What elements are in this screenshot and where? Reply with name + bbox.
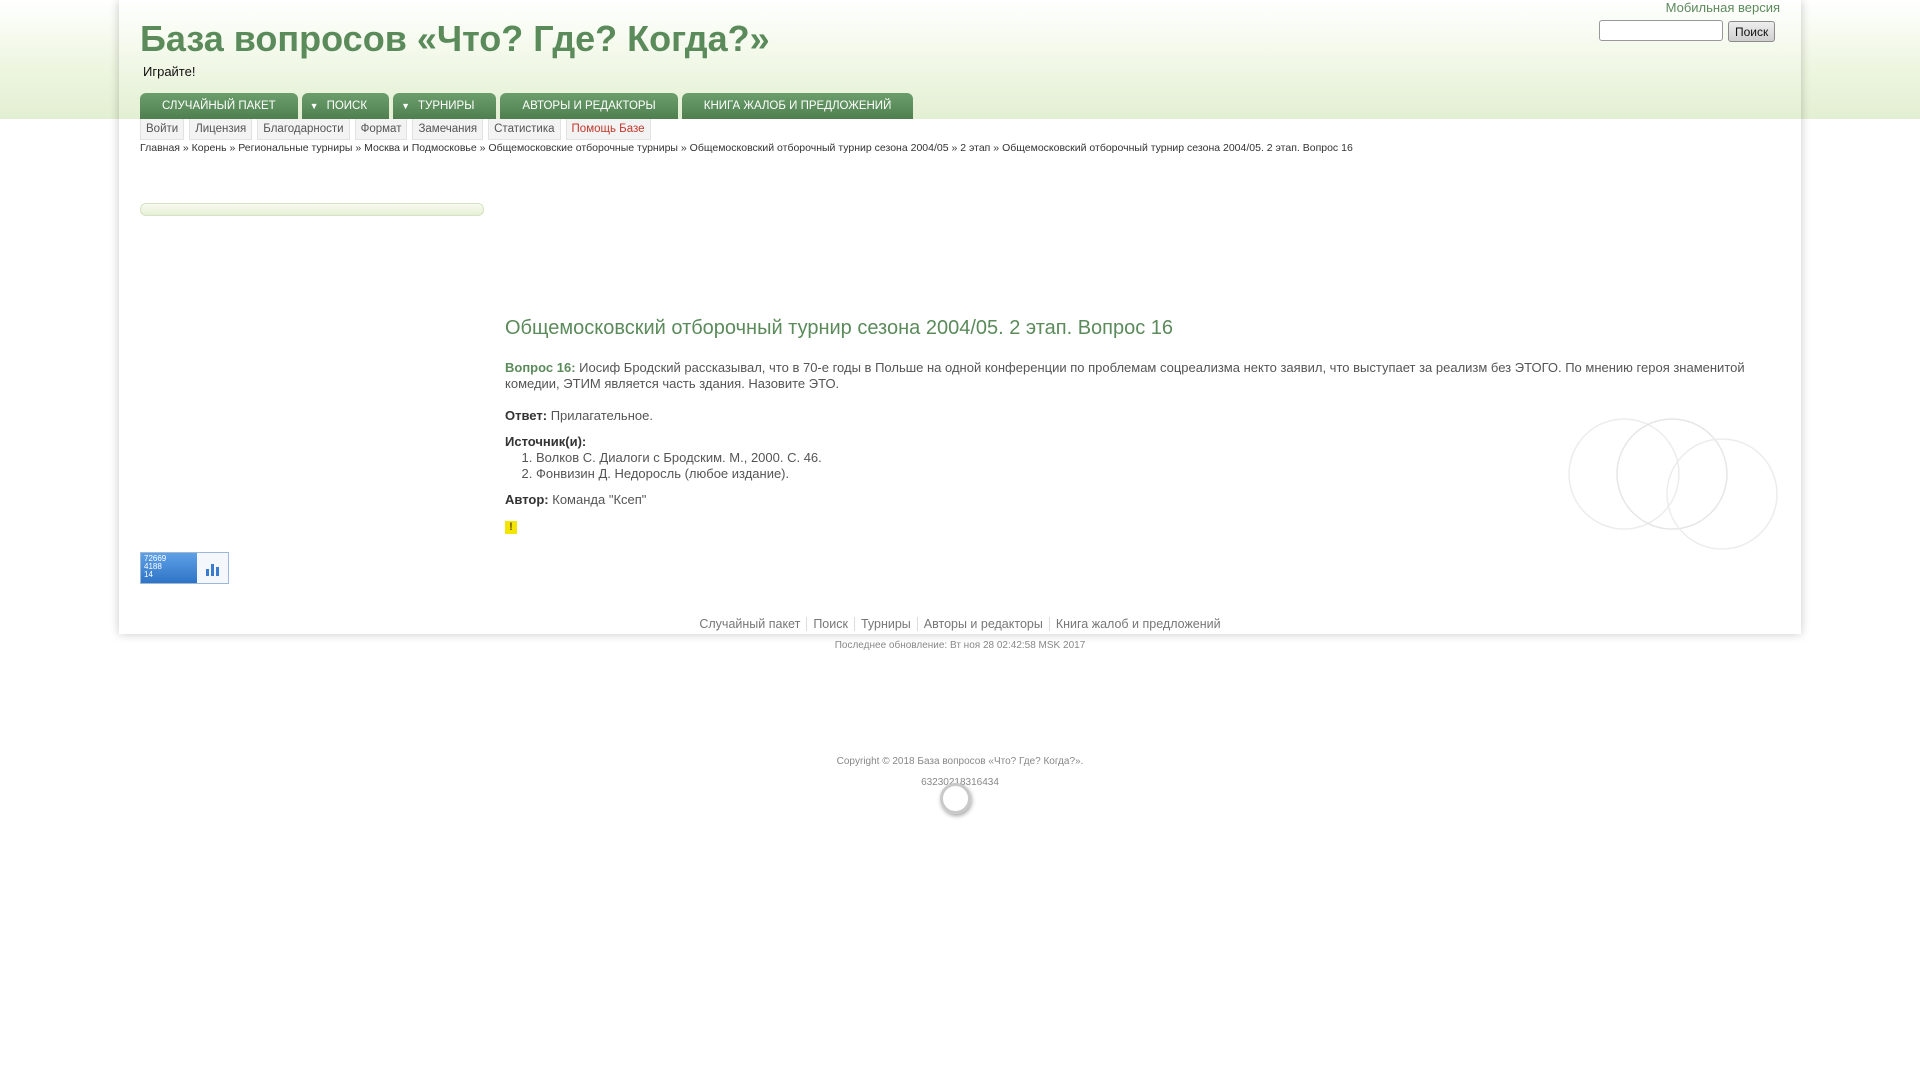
- nav-tab-tournaments[interactable]: ▼ ТУРНИРЫ: [393, 93, 497, 119]
- nav-tab-label: ТУРНИРЫ: [417, 100, 475, 112]
- bar-chart-icon: [197, 553, 228, 583]
- nav-tab-label: СЛУЧАЙНЫЙ ПАКЕТ: [162, 100, 276, 112]
- breadcrumb-link[interactable]: Москва и Подмосковье: [364, 142, 477, 154]
- search-button[interactable]: Поиск: [1728, 21, 1776, 42]
- subnav-help-base[interactable]: Помощь Базе: [565, 119, 651, 140]
- breadcrumb-link[interactable]: Корень: [192, 142, 227, 154]
- answer-text: Прилагательное.: [550, 408, 653, 423]
- footer-link-authors[interactable]: Авторы и редакторы: [916, 617, 1049, 631]
- footer-link-search[interactable]: Поиск: [806, 617, 854, 631]
- nav-tab-label: ПОИСК: [326, 100, 368, 112]
- counter-values: 72669 4188 14: [141, 553, 197, 583]
- subnav-license[interactable]: Лицензия: [189, 119, 253, 140]
- question-label: Вопрос 16:: [505, 360, 576, 375]
- footer-link-tournaments[interactable]: Турниры: [853, 617, 917, 631]
- subnav-remarks[interactable]: Замечания: [412, 119, 484, 140]
- breadcrumb-separator: »: [479, 142, 486, 154]
- breadcrumb-current: Общемосковский отборочный турнир сезона …: [1002, 142, 1353, 154]
- report-error-icon[interactable]: !: [505, 521, 517, 534]
- question-title: Общемосковский отборочный турнир сезона …: [505, 317, 1174, 339]
- breadcrumb-link[interactable]: Главная: [140, 142, 180, 154]
- footer-link-complaints[interactable]: Книга жалоб и предложений: [1048, 617, 1227, 631]
- copyright: Copyright © 2018 База вопросов «Что? Где…: [836, 756, 1084, 767]
- breadcrumb-separator: »: [680, 142, 687, 154]
- breadcrumb-separator: »: [229, 142, 236, 154]
- page-container: База вопросов «Что? Где? Когда?» Играйте…: [119, 0, 1801, 634]
- mobile-version-link[interactable]: Мобильная версия: [1666, 0, 1780, 15]
- answer-label: Ответ:: [505, 408, 548, 423]
- counter-line: 14: [144, 570, 153, 579]
- footer-link-random-pack[interactable]: Случайный пакет: [693, 617, 806, 631]
- breadcrumb-link[interactable]: Региональные турниры: [238, 142, 352, 154]
- footer-nav: Случайный пакет Поиск Турниры Авторы и реда…: [0, 617, 1920, 631]
- question-text: Иосиф Бродский рассказывал, что в 70-е г…: [505, 360, 1745, 391]
- subnav-format[interactable]: Формат: [354, 119, 408, 140]
- author-label: Автор:: [505, 492, 549, 507]
- decorative-circles: [1568, 418, 1778, 550]
- nav-tab-complaints-book[interactable]: КНИГА ЖАЛОБ И ПРЕДЛОЖЕНИЙ: [681, 93, 914, 119]
- subnav-login[interactable]: Войти: [140, 119, 185, 140]
- loading-spinner-icon: [940, 783, 971, 814]
- site-slogan: Играйте!: [143, 64, 196, 79]
- nav-tab-random-pack[interactable]: СЛУЧАЙНЫЙ ПАКЕТ: [140, 93, 298, 119]
- visit-counter[interactable]: 72669 4188 14: [140, 552, 229, 584]
- dropdown-arrow-icon: ▼: [401, 101, 410, 111]
- subnav-statistics[interactable]: Статистика: [488, 119, 561, 140]
- breadcrumb-separator: »: [951, 142, 958, 154]
- nav-tab-label: АВТОРЫ И РЕДАКТОРЫ: [522, 100, 656, 112]
- breadcrumb-link[interactable]: Общемосковский отборочный турнир сезона …: [690, 142, 949, 154]
- nav-tab-authors-editors[interactable]: АВТОРЫ И РЕДАКТОРЫ: [500, 93, 678, 119]
- author-name: Команда "Ксеп": [552, 492, 647, 507]
- sidebar-panel: [140, 203, 484, 216]
- main-nav: СЛУЧАЙНЫЙ ПАКЕТ ▼ ПОИСК ▼ ТУРНИРЫ АВТОРЫ…: [140, 93, 917, 119]
- breadcrumb-link[interactable]: 2 этап: [960, 142, 990, 154]
- subnav-thanks[interactable]: Благодарности: [257, 119, 350, 140]
- last-updated: Последнее обновление: Вт ноя 28 02:42:58…: [834, 640, 1086, 651]
- nav-tab-search[interactable]: ▼ ПОИСК: [301, 93, 390, 119]
- question-text-block: Вопрос 16: Иосиф Бродский рассказывал, ч…: [505, 360, 1775, 392]
- search-input[interactable]: [1599, 20, 1723, 41]
- sub-nav: Войти Лицензия Благодарности Формат Заме…: [140, 119, 656, 140]
- breadcrumb-separator: »: [355, 142, 362, 154]
- site-title[interactable]: База вопросов «Что? Где? Когда?»: [140, 18, 770, 60]
- breadcrumb-separator: »: [182, 142, 189, 154]
- dropdown-arrow-icon: ▼: [309, 101, 319, 111]
- nav-tab-label: КНИГА ЖАЛОБ И ПРЕДЛОЖЕНИЙ: [703, 100, 892, 112]
- breadcrumb-link[interactable]: Общемосковские отборочные турниры: [488, 142, 678, 154]
- breadcrumb-separator: »: [993, 142, 1000, 154]
- breadcrumb: Главная » Корень » Региональные турниры …: [140, 142, 1353, 154]
